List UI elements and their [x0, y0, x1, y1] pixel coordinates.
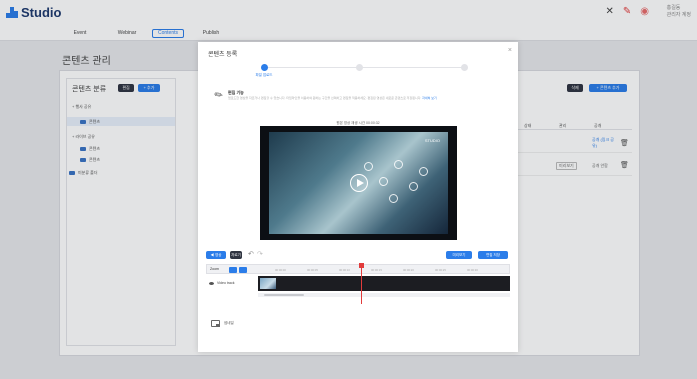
video-frame: STUDIO — [269, 132, 448, 234]
tick-label: 00:00:30 — [467, 268, 478, 272]
tick-label: 00:00:05 — [307, 268, 318, 272]
tick-label: 00:00:10 — [339, 268, 350, 272]
info-text: 업로드한 영상을 자르거나 편집할 수 있습니다. 타임라인을 이용하여 원하는… — [228, 96, 437, 100]
thumbnail-icon — [211, 320, 220, 327]
pencil-icon: ✎ — [212, 88, 226, 103]
thumbnail-option[interactable]: 썸네일 — [211, 320, 234, 327]
video-track[interactable] — [258, 276, 510, 291]
tick-label: 00:00:25 — [435, 268, 446, 272]
modal-title: 콘텐츠 등록 — [208, 52, 238, 58]
step-2 — [356, 64, 363, 71]
track-label: Video track — [209, 281, 234, 285]
zoom-label: Zoom — [210, 267, 219, 271]
hex-graphic — [409, 182, 418, 191]
close-icon[interactable]: × — [508, 47, 512, 54]
hex-graphic — [364, 162, 373, 171]
zoom-out-button[interactable] — [229, 267, 237, 273]
playhead[interactable] — [361, 264, 362, 304]
step-1-label: 파일 업로드 — [255, 73, 273, 77]
hex-graphic — [389, 194, 398, 203]
tick-label: 00:00:15 — [371, 268, 382, 272]
eye-icon[interactable] — [209, 281, 214, 285]
play-icon[interactable] — [350, 174, 368, 192]
zoom-in-button[interactable] — [239, 267, 247, 273]
content-register-modal: 콘텐츠 등록 × 파일 업로드 ✎ 편집 기능 업로드한 영상을 자르거나 편집… — [198, 42, 518, 352]
step-3 — [461, 64, 468, 71]
undo-icon[interactable]: ↶ — [248, 250, 254, 258]
video-clip-thumbnail[interactable] — [260, 278, 276, 289]
scrollbar-thumb[interactable] — [264, 294, 304, 296]
tick-label: 00:00:20 — [403, 268, 414, 272]
tick-label: 00:00:00 — [275, 268, 286, 272]
hex-graphic — [419, 167, 428, 176]
timeline-toolbar: ◀ 영상 자르기 ↶ ↷ 미리보기 편집 저장 — [206, 251, 510, 261]
hex-graphic — [394, 160, 403, 169]
info-link[interactable]: 자세히 보기 — [422, 96, 437, 100]
video-select-button[interactable]: ◀ 영상 — [206, 251, 226, 259]
timeline-scrollbar[interactable] — [258, 293, 510, 297]
hex-graphic — [379, 177, 388, 186]
cut-button[interactable]: 자르기 — [230, 251, 242, 259]
video-watermark: STUDIO — [424, 138, 440, 143]
preview-button[interactable]: 미리보기 — [446, 251, 472, 259]
step-1 — [261, 64, 268, 71]
timeline-ruler: Zoom 00:00:00 00:00:05 00:00:10 00:00:15… — [206, 264, 510, 274]
video-player[interactable]: STUDIO — [260, 126, 457, 240]
redo-icon[interactable]: ↷ — [257, 250, 263, 258]
save-edit-button[interactable]: 편집 저장 — [478, 251, 508, 259]
timeline-editor[interactable]: Zoom 00:00:00 00:00:05 00:00:10 00:00:15… — [206, 263, 510, 304]
stepper-line — [264, 67, 464, 68]
